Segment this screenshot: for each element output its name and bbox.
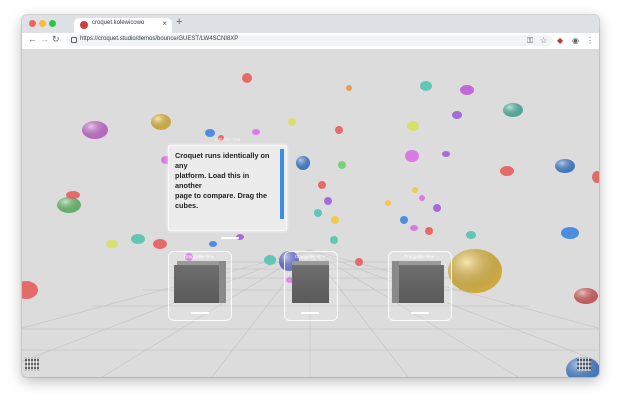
3d-scene-canvas[interactable]: Editable Text Croquet runs identically o… (22, 50, 599, 377)
key-icon[interactable]: ⚿ (527, 36, 533, 46)
browser-tab[interactable]: croquet.kolewicowo × (74, 18, 172, 33)
lock-icon (71, 37, 77, 43)
box-front (399, 265, 444, 303)
box-side (392, 261, 399, 303)
editable-text-label: Editable Text (214, 137, 241, 142)
editable-text-panel[interactable]: Editable Text Croquet runs identically o… (168, 137, 287, 231)
browser-window: croquet.kolewicowo × + ← → ↻ https://cro… (22, 15, 599, 377)
ball-group[interactable] (22, 73, 599, 377)
editable-text-content[interactable]: Croquet runs identically on any platform… (175, 151, 275, 211)
box-base (411, 312, 429, 314)
menu-icon[interactable]: ⋮ (586, 36, 594, 45)
extension-icon[interactable]: ◆ (557, 36, 563, 45)
address-bar[interactable]: https://croquet.studio/demos/bounce/GUES… (66, 35, 553, 46)
close-tab-icon[interactable]: × (162, 19, 167, 28)
croquet-favicon-icon (80, 21, 88, 29)
bouncing-balls-layer[interactable] (22, 50, 599, 377)
box-label: Draggable Box (184, 254, 214, 259)
editor-base (221, 237, 239, 239)
back-button[interactable]: ← (28, 34, 37, 44)
profile-icon[interactable]: ◉ (572, 36, 579, 45)
box-label: Draggable Box (404, 254, 434, 259)
qr-code-icon[interactable] (577, 357, 591, 371)
box-front (174, 265, 219, 303)
tab-bar: croquet.kolewicowo × + (22, 15, 599, 33)
reload-button[interactable]: ↻ (52, 34, 60, 45)
forward-button[interactable]: → (40, 34, 49, 44)
new-tab-button[interactable]: + (176, 16, 182, 28)
tab-title: croquet.kolewicowo (92, 20, 145, 26)
box-base (301, 312, 319, 314)
qr-code-icon[interactable] (25, 357, 39, 371)
box-base (191, 312, 209, 314)
box-front (292, 265, 329, 303)
box-label: Draggable Box (295, 254, 325, 259)
star-icon[interactable]: ☆ (540, 36, 547, 45)
box-side (219, 261, 226, 303)
browser-toolbar: ← → ↻ https://croquet.studio/demos/bounc… (22, 33, 599, 50)
editor-scrollbar[interactable] (280, 149, 284, 219)
close-window-button[interactable] (29, 20, 36, 27)
url-text: https://croquet.studio/demos/bounce/GUES… (80, 36, 239, 42)
zoom-window-button[interactable] (49, 20, 56, 27)
minimize-window-button[interactable] (39, 20, 46, 27)
